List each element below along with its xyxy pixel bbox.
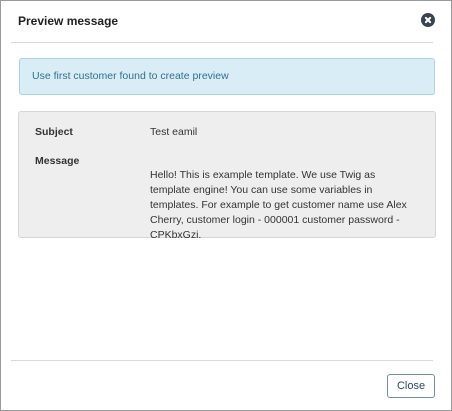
info-alert-text: Use first customer found to create previ… [32,70,229,82]
message-body: Hello! This is example template. We use … [150,169,407,241]
header-divider [11,42,433,43]
close-button[interactable]: Close [387,374,435,398]
footer-divider [11,360,433,361]
preview-message-dialog: Preview message Use first customer found… [0,0,452,411]
message-preview-panel: Subject Test eamil Message Hello! This i… [18,111,436,241]
message-label: Message [35,155,80,167]
dialog-header: Preview message [1,1,451,43]
subject-label: Subject [35,126,73,138]
info-alert: Use first customer found to create previ… [19,58,435,95]
subject-value: Test eamil [150,126,198,138]
dialog-title: Preview message [18,14,119,28]
close-circle-icon[interactable] [421,13,435,27]
